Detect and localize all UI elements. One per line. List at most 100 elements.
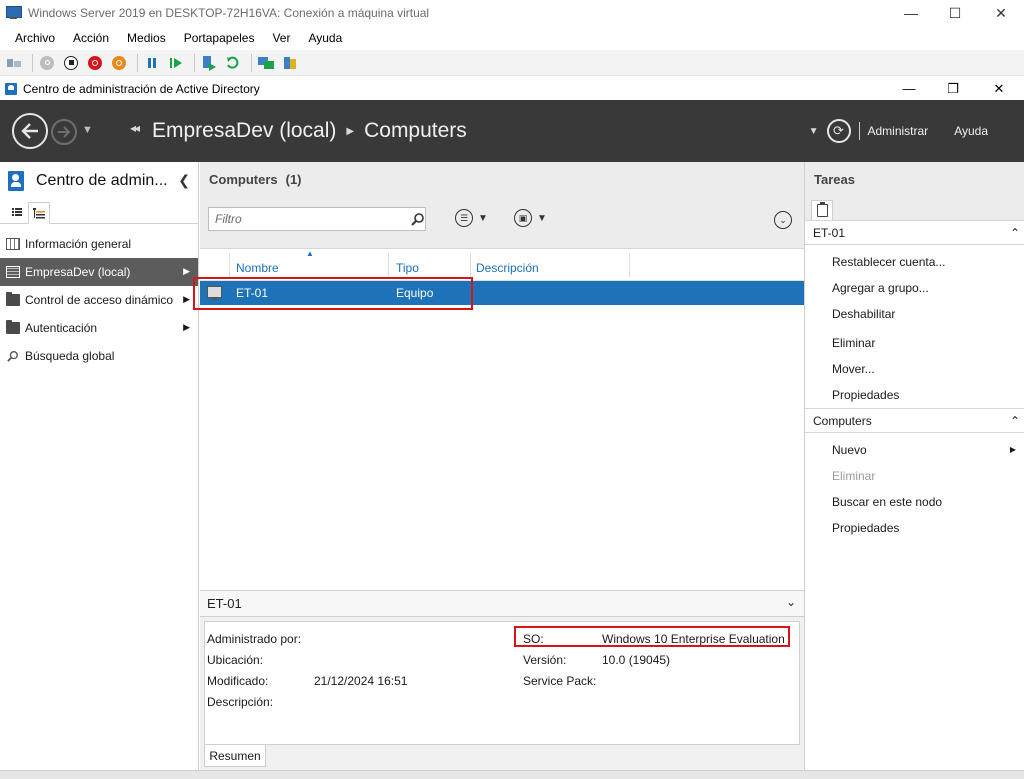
resume-icon[interactable] — [166, 53, 186, 73]
nav-item-dynamic-access-control[interactable]: Control de acceso dinámico ▶ — [0, 286, 198, 314]
shutdown-icon[interactable] — [85, 53, 105, 73]
column-divider[interactable] — [629, 253, 630, 277]
column-divider[interactable] — [229, 253, 230, 277]
task-disable[interactable]: Deshabilitar — [805, 301, 1024, 327]
nav-item-overview[interactable]: Información general — [0, 230, 198, 258]
ad-minimize-button[interactable]: — — [886, 77, 932, 100]
menu-portapapeles[interactable]: Portapapeles — [175, 31, 264, 45]
folder-icon — [6, 320, 20, 334]
details-pane: Administrado por: Ubicación: Modificado:… — [200, 616, 804, 770]
save-icon[interactable] — [109, 53, 129, 73]
tasks-header: Tareas — [805, 162, 1024, 220]
ad-restore-button[interactable]: ❐ — [930, 77, 976, 100]
collapse-details-icon[interactable]: ⌄ — [786, 595, 796, 609]
toolbar-separator — [32, 53, 33, 72]
vm-minimize-button[interactable]: — — [888, 0, 934, 26]
tab-summary[interactable]: Resumen — [204, 745, 266, 767]
tasks-section-container[interactable]: Computers ⌃ — [805, 408, 1024, 433]
content-header: Computers (1) — [200, 162, 804, 196]
nav-item-label: Control de acceso dinámico — [25, 293, 174, 307]
menu-medios[interactable]: Medios — [118, 31, 175, 45]
task-add-to-group[interactable]: Agregar a grupo... — [805, 275, 1024, 301]
search-icon[interactable] — [411, 212, 425, 226]
ad-app-icon — [5, 82, 17, 95]
search-icon — [7, 351, 18, 362]
vm-maximize-button[interactable]: ☐ — [932, 0, 978, 26]
save-query-icon: ▣ — [514, 209, 532, 227]
vm-connection-icon — [6, 6, 22, 20]
nav-item-label: EmpresaDev (local) — [25, 265, 131, 279]
menu-ayuda[interactable]: Ayuda — [299, 31, 351, 45]
task-delete[interactable]: Eliminar — [805, 330, 1024, 356]
navigation-bar: ▼ ◂◂ EmpresaDev (local) ▶ Computers ▼ ⟳ … — [0, 100, 1024, 162]
task-search-this-node[interactable]: Buscar en este nodo — [805, 489, 1024, 515]
task-move[interactable]: Mover... — [805, 356, 1024, 382]
save-query-button[interactable]: ▣ ▼ — [514, 209, 547, 227]
navigation-pane-header: Centro de admin... ❮ — [0, 162, 198, 200]
expand-arrow-icon[interactable]: ▶ — [183, 322, 190, 333]
ad-user-icon — [8, 171, 24, 191]
task-container-properties[interactable]: Propiedades — [805, 515, 1024, 541]
task-new[interactable]: Nuevo ▶ — [805, 437, 1024, 463]
share-icon[interactable] — [280, 53, 300, 73]
details-header[interactable]: ET-01 ⌄ — [200, 590, 804, 616]
expand-arrow-icon[interactable]: ▶ — [183, 294, 190, 305]
details-title: ET-01 — [207, 596, 242, 611]
checkpoint-icon[interactable] — [199, 53, 219, 73]
tasks-section-object[interactable]: ET-01 ⌃ — [805, 220, 1024, 245]
breadcrumb: EmpresaDev (local) ▶ Computers — [152, 119, 467, 143]
column-header-description[interactable]: Descripción — [476, 261, 539, 275]
submenu-arrow-icon: ▶ — [1009, 445, 1016, 454]
list-view-tab[interactable] — [6, 201, 28, 223]
breadcrumb-computers[interactable]: Computers — [364, 119, 467, 143]
help-menu[interactable]: Ayuda — [954, 124, 988, 138]
tree-view-tab[interactable] — [28, 202, 50, 224]
pause-icon[interactable] — [142, 53, 162, 73]
refresh-icon[interactable]: ⟳ — [826, 119, 851, 143]
nav-item-authentication[interactable]: Autenticación ▶ — [0, 314, 198, 342]
task-reset-account[interactable]: Restablecer cuenta... — [805, 249, 1024, 275]
breadcrumb-root-icon[interactable]: ◂◂ — [130, 121, 140, 135]
location-label: Ubicación: — [207, 653, 264, 667]
breadcrumb-dropdown-icon[interactable]: ▼ — [809, 126, 819, 137]
vm-menu-bar: Archivo Acción Medios Portapapeles Ver A… — [0, 27, 1024, 49]
start-icon[interactable] — [37, 53, 57, 73]
menu-archivo[interactable]: Archivo — [6, 31, 64, 45]
nav-item-domain[interactable]: EmpresaDev (local) ▶ — [0, 258, 198, 286]
menu-accion[interactable]: Acción — [64, 31, 118, 45]
collapse-pane-icon[interactable]: ❮ — [178, 172, 190, 189]
version-label: Versión: — [523, 653, 567, 667]
vm-close-button[interactable]: ✕ — [978, 0, 1024, 26]
menu-ver[interactable]: Ver — [263, 31, 299, 45]
column-header-name[interactable]: Nombre — [236, 261, 279, 275]
filter-input[interactable]: Filtro — [208, 207, 426, 231]
manage-menu[interactable]: Administrar — [868, 124, 929, 138]
tasks-pane: Tareas ET-01 ⌃ Restablecer cuenta... Agr… — [804, 162, 1024, 770]
chevron-up-icon[interactable]: ⌃ — [1010, 226, 1020, 240]
column-divider[interactable] — [388, 253, 389, 277]
nav-item-global-search[interactable]: Búsqueda global — [0, 342, 198, 370]
task-properties[interactable]: Propiedades — [805, 382, 1024, 408]
breadcrumb-domain[interactable]: EmpresaDev (local) — [152, 119, 336, 143]
ad-close-button[interactable]: ✕ — [976, 77, 1022, 100]
forward-button[interactable] — [51, 119, 77, 145]
revert-icon[interactable] — [223, 53, 243, 73]
task-delete-disabled: Eliminar — [832, 469, 876, 483]
column-header-type[interactable]: Tipo — [396, 261, 419, 275]
container-title: Computers — [209, 171, 278, 187]
ctrl-alt-del-icon[interactable] — [4, 53, 24, 73]
chevron-up-icon[interactable]: ⌃ — [1010, 414, 1020, 428]
list-options-button[interactable]: ☰ ▼ — [455, 209, 488, 227]
tasks-tab[interactable] — [811, 200, 833, 220]
object-count: (1) — [285, 171, 302, 187]
navbar-divider — [858, 122, 860, 140]
turn-off-icon[interactable] — [61, 53, 81, 73]
expand-arrow-icon[interactable]: ▶ — [183, 266, 190, 277]
back-button[interactable] — [12, 113, 48, 149]
enhanced-session-icon[interactable] — [256, 53, 276, 73]
expand-search-icon[interactable]: ⌄ — [774, 211, 792, 229]
history-dropdown-icon[interactable]: ▼ — [82, 124, 93, 136]
sort-ascending-icon: ▲ — [306, 249, 314, 258]
column-divider[interactable] — [470, 253, 471, 277]
clipboard-icon — [816, 202, 828, 217]
